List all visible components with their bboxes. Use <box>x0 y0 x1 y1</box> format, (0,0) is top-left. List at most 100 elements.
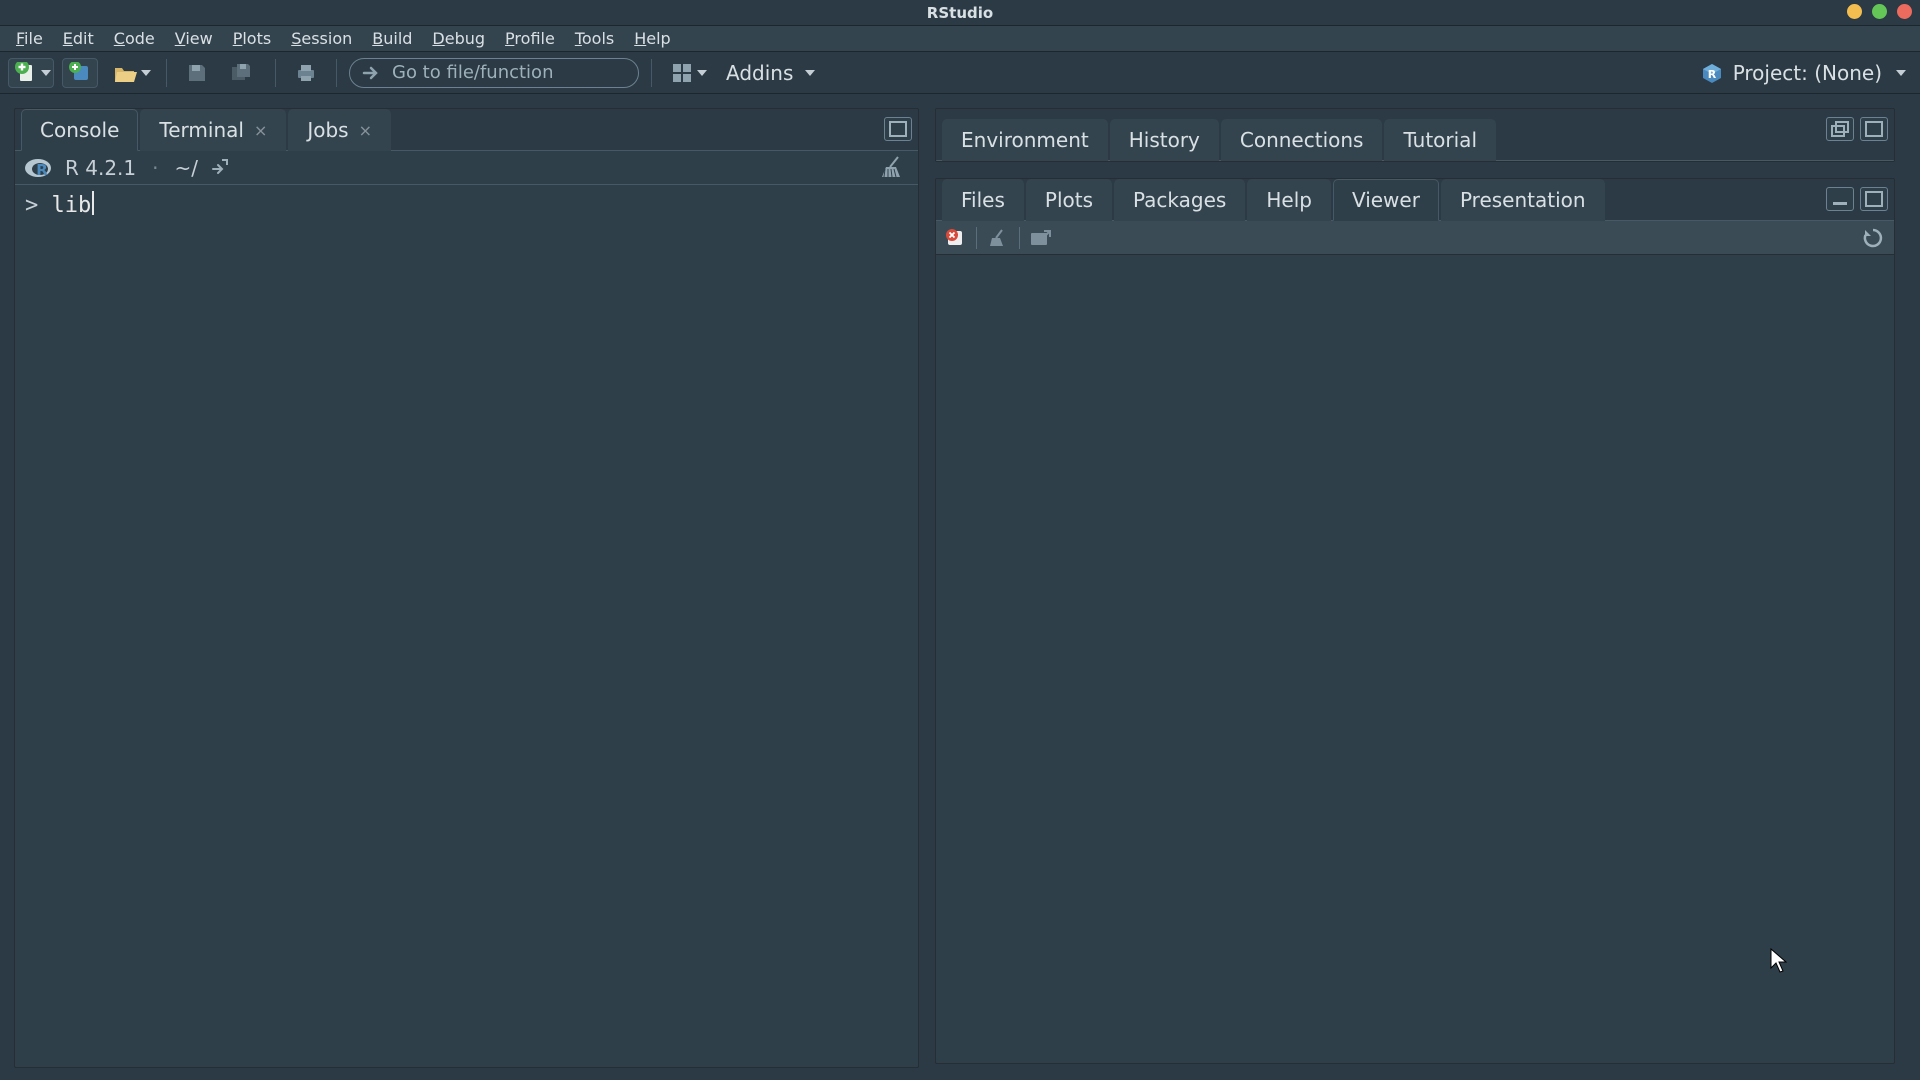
console-input: lib <box>52 193 92 218</box>
window-title: RStudio <box>927 4 993 22</box>
tab-label: Jobs <box>307 118 348 142</box>
minimize-button[interactable] <box>1847 4 1862 19</box>
addins-button[interactable]: Addins <box>718 61 823 85</box>
grid-tools-button[interactable] <box>664 58 710 88</box>
pane-minimize-button[interactable] <box>1826 187 1854 211</box>
toolbar-separator <box>166 59 167 87</box>
viewer-export-button[interactable] <box>1028 226 1054 250</box>
console-info-row: R R 4.2.1 · ~/ <box>15 151 918 185</box>
viewer-clear-button[interactable] <box>985 226 1011 250</box>
tab-console[interactable]: Console <box>21 109 138 151</box>
menu-session[interactable]: Session <box>281 27 362 50</box>
chevron-down-icon <box>805 70 815 76</box>
tab-label: History <box>1129 128 1200 152</box>
menu-debug[interactable]: Debug <box>422 27 495 50</box>
tab-label: Console <box>40 118 119 142</box>
tab-history[interactable]: History <box>1110 119 1219 161</box>
pane-max-icon <box>889 121 907 137</box>
clear-console-button[interactable] <box>880 160 908 184</box>
menu-file[interactable]: File <box>6 27 53 50</box>
console-panel: Console Terminal × Jobs × <box>14 108 919 1068</box>
project-label: Project: (None) <box>1733 61 1882 85</box>
r-logo-icon: R <box>25 157 53 179</box>
tab-terminal[interactable]: Terminal × <box>140 109 286 151</box>
tab-tutorial[interactable]: Tutorial <box>1384 119 1496 161</box>
new-project-button[interactable] <box>62 58 98 88</box>
new-file-button[interactable] <box>8 58 54 88</box>
maximize-button[interactable] <box>1872 4 1887 19</box>
viewer-refresh-button[interactable] <box>1860 226 1886 250</box>
close-icon[interactable]: × <box>359 121 372 140</box>
menu-profile[interactable]: Profile <box>495 27 565 50</box>
open-folder-icon <box>113 62 137 84</box>
viewer-remove-button[interactable] <box>942 226 968 250</box>
popup-icon[interactable] <box>210 156 230 180</box>
menu-edit[interactable]: Edit <box>53 27 104 50</box>
pane-maximize-button[interactable] <box>1860 117 1888 141</box>
tab-label: Help <box>1266 188 1312 212</box>
save-button[interactable] <box>179 58 215 88</box>
toolbar-separator <box>976 227 977 249</box>
open-file-button[interactable] <box>106 58 154 88</box>
new-file-icon <box>15 62 37 84</box>
tab-help[interactable]: Help <box>1247 179 1331 221</box>
tab-files[interactable]: Files <box>942 179 1024 221</box>
close-button[interactable] <box>1897 4 1912 19</box>
save-all-icon <box>230 62 256 84</box>
viewer-toolbar <box>936 221 1894 255</box>
new-project-icon <box>69 62 91 84</box>
menu-view[interactable]: View <box>165 27 223 50</box>
menu-code[interactable]: Code <box>104 27 165 50</box>
tab-label: Packages <box>1133 188 1226 212</box>
svg-text:R: R <box>36 161 48 179</box>
r-version: R 4.2.1 <box>65 156 136 180</box>
mouse-cursor-icon <box>1770 948 1788 974</box>
chevron-down-icon <box>697 70 707 76</box>
chevron-down-icon <box>1896 70 1906 76</box>
menu-tools[interactable]: Tools <box>565 27 624 50</box>
bottom-right-panel: Files Plots Packages Help Viewer Present… <box>935 178 1895 1064</box>
text-cursor <box>92 191 94 215</box>
top-right-tabrow: Environment History Connections Tutorial <box>936 109 1894 161</box>
save-icon <box>186 62 208 84</box>
goto-placeholder: Go to file/function <box>392 62 553 83</box>
menu-plots[interactable]: Plots <box>223 27 282 50</box>
tab-environment[interactable]: Environment <box>942 119 1108 161</box>
tab-connections[interactable]: Connections <box>1221 119 1383 161</box>
tab-label: Terminal <box>159 118 244 142</box>
menu-build[interactable]: Build <box>362 27 422 50</box>
workspace: Console Terminal × Jobs × <box>0 94 1920 1080</box>
toolbar-separator <box>275 59 276 87</box>
chevron-down-icon <box>41 70 51 76</box>
pane-restore-icon <box>1831 121 1849 137</box>
tab-viewer[interactable]: Viewer <box>1333 179 1439 221</box>
menu-help[interactable]: Help <box>624 27 680 50</box>
goto-file-function-input[interactable]: Go to file/function <box>349 58 639 88</box>
viewer-content <box>936 255 1894 1063</box>
pane-restore-button[interactable] <box>1826 117 1854 141</box>
broom-small-icon <box>988 228 1008 248</box>
tab-presentation[interactable]: Presentation <box>1441 179 1605 221</box>
main-toolbar: Go to file/function Addins R Project: (N… <box>0 52 1920 94</box>
left-tabrow: Console Terminal × Jobs × <box>15 109 918 151</box>
separator-dot: · <box>152 156 158 180</box>
toolbar-separator <box>651 59 652 87</box>
tab-packages[interactable]: Packages <box>1114 179 1245 221</box>
tab-plots[interactable]: Plots <box>1026 179 1112 221</box>
working-directory: ~/ <box>175 156 199 180</box>
tab-label: Tutorial <box>1403 128 1477 152</box>
pane-maximize-button[interactable] <box>1860 187 1888 211</box>
print-button[interactable] <box>288 58 324 88</box>
console-body[interactable]: > lib <box>15 185 918 1067</box>
tab-jobs[interactable]: Jobs × <box>288 109 391 151</box>
tab-label: Plots <box>1045 188 1093 212</box>
tab-label: Environment <box>961 128 1089 152</box>
pane-min-icon <box>1831 191 1849 207</box>
close-icon[interactable]: × <box>254 121 267 140</box>
pane-maximize-button[interactable] <box>884 117 912 141</box>
pane-max-icon <box>1865 121 1883 137</box>
bottom-right-tabrow: Files Plots Packages Help Viewer Present… <box>936 179 1894 221</box>
project-selector[interactable]: R Project: (None) <box>1695 61 1912 85</box>
save-all-button[interactable] <box>223 58 263 88</box>
chevron-down-icon <box>141 70 151 76</box>
